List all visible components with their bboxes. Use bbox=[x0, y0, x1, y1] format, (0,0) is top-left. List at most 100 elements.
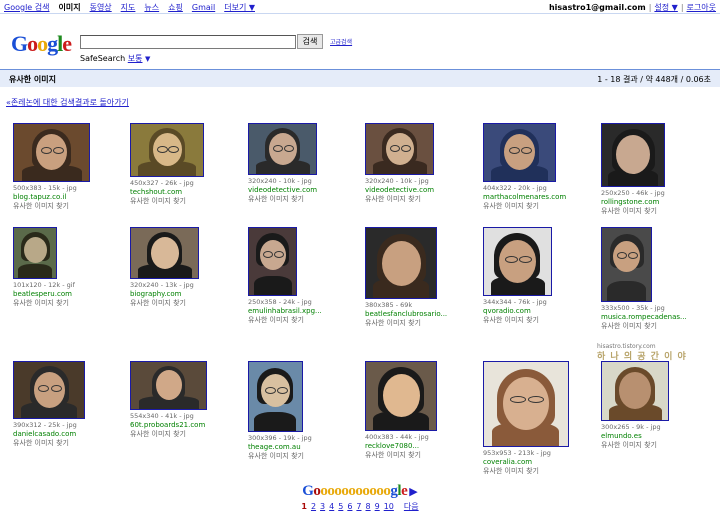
image-domain: coveralia.com bbox=[483, 458, 533, 466]
image-thumbnail[interactable] bbox=[13, 361, 85, 419]
settings-link[interactable]: 설정 ▼ bbox=[654, 3, 677, 12]
advanced-search-link[interactable]: 고급검색 bbox=[330, 37, 352, 46]
image-thumbnail[interactable] bbox=[130, 361, 207, 410]
page-number[interactable]: 6 bbox=[347, 502, 352, 511]
find-similar-link[interactable]: 유사한 이미지 찾기 bbox=[130, 430, 246, 439]
image-domain: marthacolmenares.com bbox=[483, 193, 567, 201]
image-thumbnail[interactable] bbox=[13, 227, 57, 279]
find-similar-link[interactable]: 유사한 이미지 찾기 bbox=[601, 207, 717, 216]
page-number[interactable]: 3 bbox=[320, 502, 325, 511]
next-page-link[interactable]: 다음 bbox=[404, 502, 419, 511]
image-thumbnail[interactable] bbox=[248, 227, 297, 296]
page-numbers: 1 2 3 4 5 6 7 8 9 10 다음 bbox=[0, 501, 720, 512]
page-number: 1 bbox=[301, 502, 307, 511]
image-thumbnail[interactable] bbox=[248, 361, 303, 432]
image-thumbnail[interactable] bbox=[365, 123, 434, 175]
find-similar-link[interactable]: 유사한 이미지 찾기 bbox=[248, 316, 364, 325]
image-domain: beatlesperu.com bbox=[13, 290, 72, 298]
top-bar: Google 검색 이미지 동영상 지도 뉴스 쇼핑 Gmail 더보기 ▼ hisastro… bbox=[0, 0, 720, 14]
find-similar-link[interactable]: 유사한 이미지 찾기 bbox=[130, 299, 246, 308]
chevron-down-icon[interactable]: ▼ bbox=[145, 55, 150, 63]
page-number[interactable]: 8 bbox=[366, 502, 371, 511]
image-thumbnail[interactable] bbox=[130, 227, 199, 279]
nav-item-4[interactable]: 뉴스 bbox=[144, 3, 159, 12]
image-result: 390x312 - 25k - jpg danielcasado.com 유사한 이… bbox=[13, 361, 129, 448]
search-button[interactable]: 검색 bbox=[297, 34, 323, 49]
image-meta: 101x120 - 12k - gif bbox=[13, 281, 75, 289]
image-thumbnail[interactable] bbox=[601, 361, 669, 421]
back-to-results-link[interactable]: «존레논에 대한 검색결과로 돌아가기 bbox=[6, 97, 129, 108]
image-thumbnail[interactable] bbox=[13, 123, 90, 182]
nav-item-7[interactable]: 더보기 ▼ bbox=[224, 3, 255, 12]
find-similar-link[interactable]: 유사한 이미지 찾기 bbox=[483, 467, 599, 476]
image-thumbnail[interactable] bbox=[601, 123, 665, 187]
find-similar-link[interactable]: 유사한 이미지 찾기 bbox=[365, 319, 481, 328]
image-result: 344x344 - 76k - jpg qvoradio.com 유사한 이미지 찾… bbox=[483, 227, 599, 325]
safesearch-label: SafeSearch bbox=[80, 54, 126, 63]
image-result: 500x383 - 15k - jpg blog.tapuz.co.il 유사한 이… bbox=[13, 123, 129, 211]
nav-item-3[interactable]: 지도 bbox=[121, 3, 136, 12]
image-domain: recklove7080... bbox=[365, 442, 420, 450]
section-title: 유사한 이미지 bbox=[9, 75, 56, 84]
image-domain: techshout.com bbox=[130, 188, 183, 196]
image-result: 300x396 - 19k - jpg theage.com.au 유사한 이미지 … bbox=[248, 361, 364, 461]
image-domain: biography.com bbox=[130, 290, 182, 298]
google-logo[interactable]: Google bbox=[11, 31, 72, 57]
find-similar-link[interactable]: 유사한 이미지 찾기 bbox=[13, 439, 129, 448]
image-thumbnail[interactable] bbox=[483, 361, 569, 447]
image-thumbnail[interactable] bbox=[365, 227, 437, 299]
top-nav: Google 검색 이미지 동영상 지도 뉴스 쇼핑 Gmail 더보기 ▼ bbox=[4, 2, 264, 13]
image-meta: 250x250 - 46k - jpg bbox=[601, 189, 665, 197]
find-similar-link[interactable]: 유사한 이미지 찾기 bbox=[365, 195, 481, 204]
image-meta: 404x322 - 20k - jpg bbox=[483, 184, 547, 192]
image-thumbnail[interactable] bbox=[130, 123, 204, 177]
next-arrow-icon[interactable]: ▶ bbox=[409, 485, 417, 498]
image-thumbnail[interactable] bbox=[365, 361, 437, 431]
find-similar-link[interactable]: 유사한 이미지 찾기 bbox=[13, 299, 129, 308]
image-meta: 300x396 - 19k - jpg bbox=[248, 434, 312, 442]
results-bar: 유사한 이미지 1 - 18 결과 / 약 448개 / 0.06초 bbox=[0, 69, 720, 87]
image-thumbnail[interactable] bbox=[483, 227, 552, 296]
page-number[interactable]: 9 bbox=[375, 502, 380, 511]
nav-item-6[interactable]: Gmail bbox=[192, 3, 215, 12]
page-number[interactable]: 2 bbox=[311, 502, 316, 511]
nav-item-5[interactable]: 쇼핑 bbox=[168, 3, 183, 12]
find-similar-link[interactable]: 유사한 이미지 찾기 bbox=[601, 322, 717, 331]
watermark-text: 하 나 의 공 간 이 야 bbox=[597, 352, 687, 362]
find-similar-link[interactable]: 유사한 이미지 찾기 bbox=[13, 202, 129, 211]
image-result: 554x340 - 41k - jpg 60t.proboards21.com 유사… bbox=[130, 361, 246, 439]
image-meta: 333x500 - 35k - jpg bbox=[601, 304, 665, 312]
find-similar-link[interactable]: 유사한 이미지 찾기 bbox=[483, 202, 599, 211]
page-number[interactable]: 5 bbox=[338, 502, 343, 511]
image-domain: videodetective.com bbox=[365, 186, 435, 194]
find-similar-link[interactable]: 유사한 이미지 찾기 bbox=[248, 195, 364, 204]
image-thumbnail[interactable] bbox=[483, 123, 556, 182]
nav-item-0[interactable]: Google 검색 bbox=[4, 3, 49, 12]
safesearch-dropdown[interactable]: 보통 bbox=[128, 54, 143, 63]
image-meta: 344x344 - 76k - jpg bbox=[483, 298, 547, 306]
image-result: 450x327 - 26k - jpg techshout.com 유사한 이미지 … bbox=[130, 123, 246, 206]
find-similar-link[interactable]: 유사한 이미지 찾기 bbox=[365, 451, 481, 460]
image-domain: 60t.proboards21.com bbox=[130, 421, 206, 429]
pagination: Gooooooooooogle ▶ 1 2 3 4 5 6 7 8 9 10 다음 bbox=[0, 483, 720, 512]
image-thumbnail[interactable] bbox=[601, 227, 652, 302]
page-number[interactable]: 7 bbox=[356, 502, 361, 511]
image-domain: emulinhabrasil.xpg... bbox=[248, 307, 322, 315]
logout-link[interactable]: 로그아웃 bbox=[687, 3, 716, 12]
pager-logo: Gooooooooooogle bbox=[302, 483, 408, 499]
image-meta: 554x340 - 41k - jpg bbox=[130, 412, 194, 420]
user-email: hisastro1@gmail.com bbox=[548, 3, 646, 12]
find-similar-link[interactable]: 유사한 이미지 찾기 bbox=[130, 197, 246, 206]
find-similar-link[interactable]: 유사한 이미지 찾기 bbox=[248, 452, 364, 461]
image-domain: blog.tapuz.co.il bbox=[13, 193, 67, 201]
page-number[interactable]: 10 bbox=[384, 502, 394, 511]
find-similar-link[interactable]: 유사한 이미지 찾기 bbox=[601, 441, 717, 450]
image-thumbnail[interactable] bbox=[248, 123, 317, 175]
image-domain: qvoradio.com bbox=[483, 307, 531, 315]
nav-item-2[interactable]: 동영상 bbox=[90, 3, 112, 12]
page-number[interactable]: 4 bbox=[329, 502, 334, 511]
find-similar-link[interactable]: 유사한 이미지 찾기 bbox=[483, 316, 599, 325]
image-meta: 380x385 - 69k bbox=[365, 301, 413, 309]
search-input[interactable] bbox=[80, 35, 296, 49]
image-result: 404x322 - 20k - jpg marthacolmenares.com 유… bbox=[483, 123, 599, 211]
